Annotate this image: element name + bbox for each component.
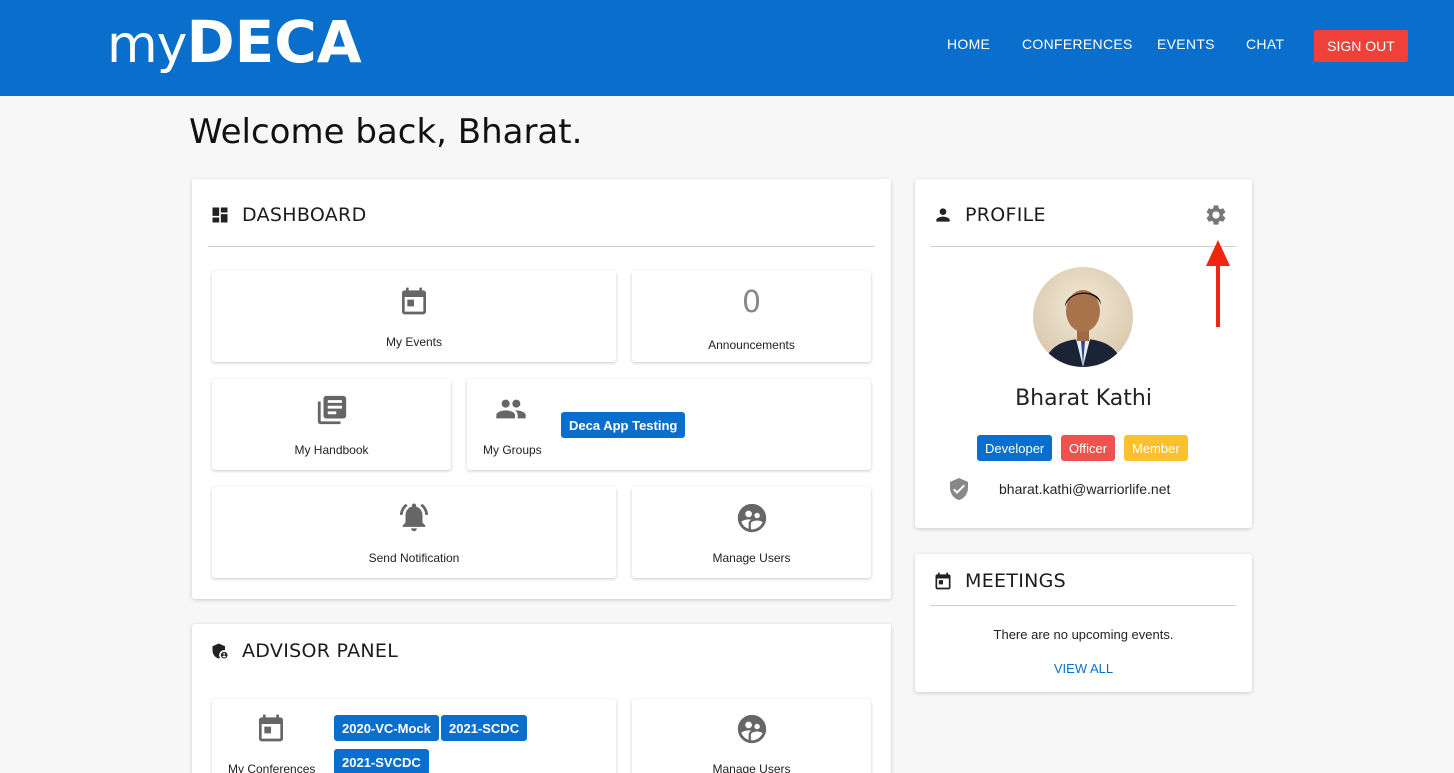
role-badge-developer: Developer	[977, 435, 1053, 461]
send-notification-label: Send Notification	[368, 551, 460, 565]
profile-header: PROFILE	[933, 204, 1046, 226]
calendar-icon	[935, 572, 951, 590]
person-icon	[936, 208, 950, 222]
my-events-label: My Events	[385, 335, 442, 349]
manage-users-label: Manage Users	[712, 551, 791, 565]
send-notification-tile[interactable]: Send Notification	[212, 487, 616, 578]
conference-chip[interactable]: 2021-SCDC	[441, 715, 528, 741]
role-badge-member: Member	[1124, 435, 1188, 461]
meetings-divider	[930, 605, 1236, 606]
profile-title: PROFILE	[965, 204, 1046, 226]
my-handbook-label: My Handbook	[294, 443, 369, 457]
announcements-label: Announcements	[708, 338, 795, 352]
bell-icon	[399, 503, 429, 532]
book-icon	[317, 395, 347, 425]
dashboard-icon	[212, 207, 228, 223]
profile-divider	[930, 246, 1236, 247]
nav-home[interactable]: HOME	[947, 36, 990, 52]
arrow-annotation	[1206, 240, 1230, 327]
gear-icon[interactable]	[1204, 203, 1228, 227]
nav-events[interactable]: EVENTS	[1157, 36, 1215, 52]
dashboard-header: DASHBOARD	[210, 204, 367, 226]
advisor-manage-users-label: Manage Users	[712, 762, 791, 773]
announcements-count: 0	[741, 285, 762, 320]
dashboard-title: DASHBOARD	[242, 204, 367, 226]
my-groups-label: My Groups	[483, 443, 542, 457]
my-conferences-label: My Conferences	[228, 762, 316, 773]
shield-icon	[212, 643, 228, 659]
calendar-icon	[402, 287, 426, 315]
advisor-panel-header: ADVISOR PANEL	[210, 640, 398, 662]
meetings-title: MEETINGS	[965, 570, 1067, 592]
top-navbar: myDECA HOME CONFERENCES EVENTS CHAT SIGN…	[0, 0, 1454, 96]
conference-chip[interactable]: 2020-VC-Mock	[334, 715, 439, 741]
welcome-heading: Welcome back, Bharat.	[189, 112, 583, 152]
announcements-tile[interactable]: 0 Announcements	[632, 271, 871, 362]
profile-name: Bharat Kathi	[1015, 386, 1152, 411]
avatar-photo-icon	[1033, 267, 1133, 367]
avatar	[1033, 267, 1133, 367]
calendar-icon	[259, 714, 283, 742]
role-badge-officer: Officer	[1061, 435, 1116, 461]
conference-chip[interactable]: 2021-SVCDC	[334, 749, 429, 773]
users-icon	[737, 503, 767, 533]
nav-conferences[interactable]: CONFERENCES	[1022, 36, 1133, 52]
meetings-header: MEETINGS	[933, 570, 1066, 592]
verified-icon	[950, 478, 968, 500]
advisor-panel-title: ADVISOR PANEL	[242, 640, 399, 662]
no-events-text: There are no upcoming events.	[993, 627, 1174, 642]
group-chip[interactable]: Deca App Testing	[561, 412, 686, 438]
profile-email: bharat.kathi@warriorlife.net	[999, 481, 1171, 497]
nav-chat[interactable]: CHAT	[1246, 36, 1284, 52]
advisor-manage-users-tile[interactable]: Manage Users	[632, 699, 871, 773]
sign-out-button[interactable]: SIGN OUT	[1314, 30, 1408, 62]
my-handbook-tile[interactable]: My Handbook	[212, 379, 451, 470]
mydeca-logo[interactable]: myDECA	[107, 8, 362, 76]
users-icon	[737, 714, 767, 744]
manage-users-tile[interactable]: Manage Users	[632, 487, 871, 578]
group-icon	[496, 399, 526, 419]
view-all-link[interactable]: VIEW ALL	[915, 661, 1252, 676]
dashboard-divider	[208, 246, 875, 247]
my-events-tile[interactable]: My Events	[212, 271, 616, 362]
